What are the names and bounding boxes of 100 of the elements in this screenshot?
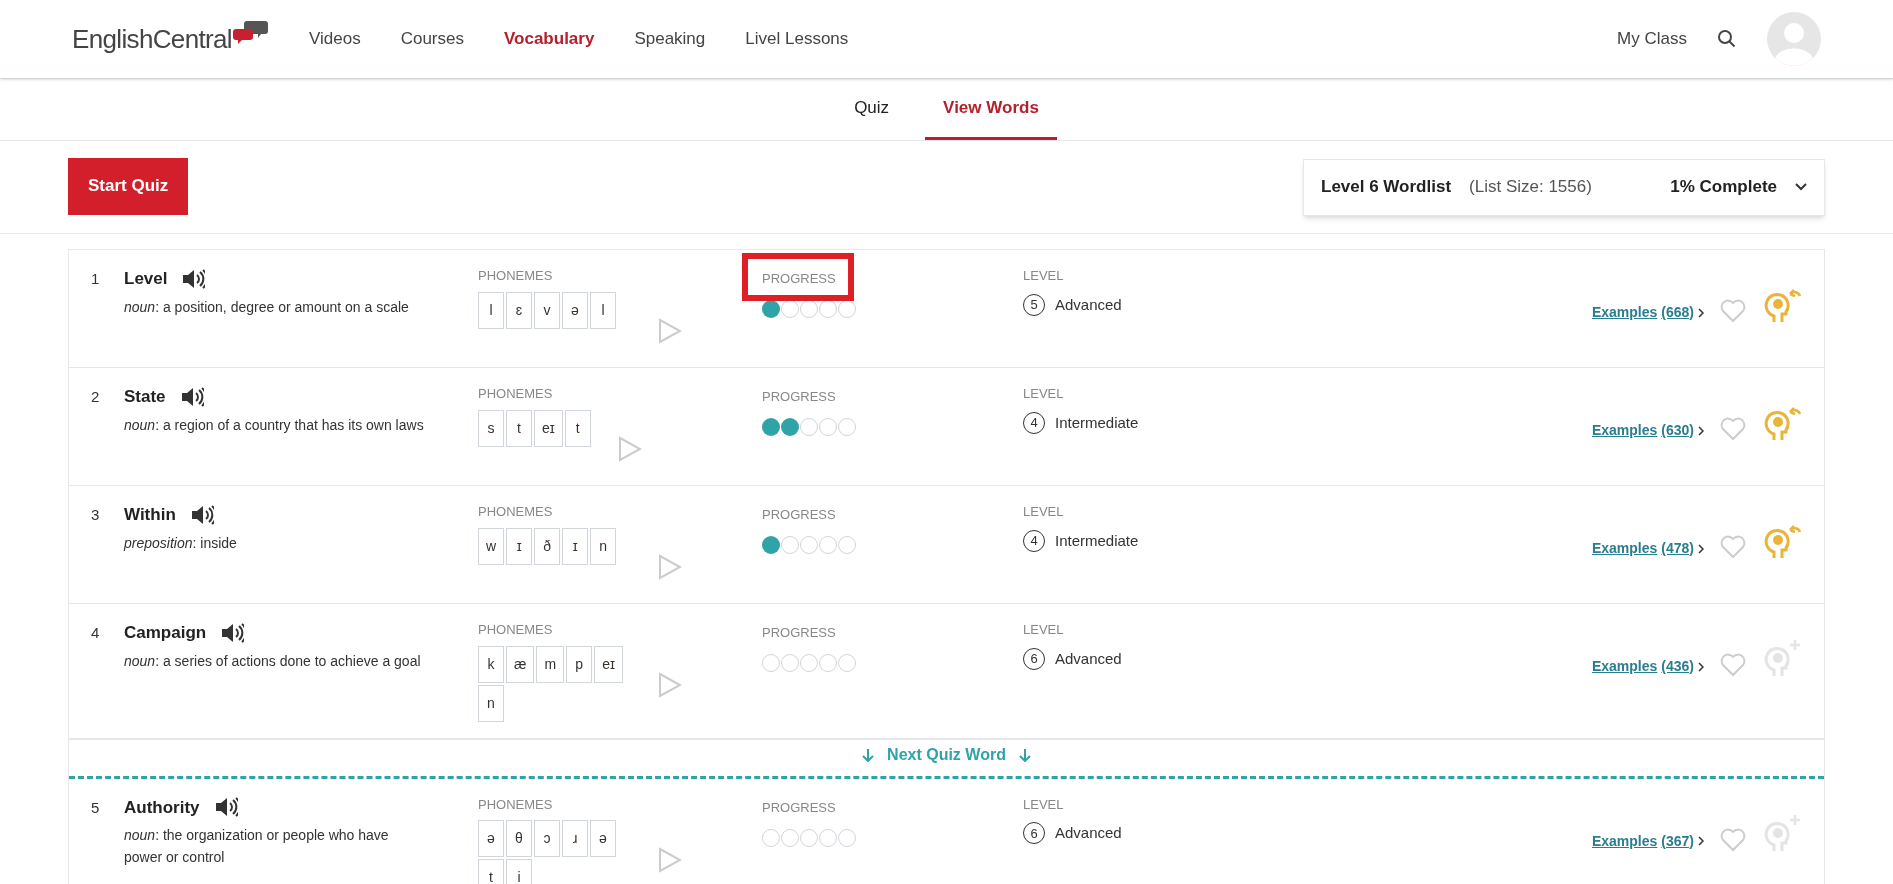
phoneme-tile[interactable]: æ (506, 645, 535, 683)
phoneme-tile[interactable]: ɹ (562, 820, 588, 857)
chevron-right-icon (1698, 543, 1704, 554)
chevron-right-icon (1698, 307, 1704, 318)
head-plus-icon[interactable] (1764, 638, 1802, 678)
search-icon[interactable] (1717, 29, 1737, 49)
word-definition: noun: a series of actions done to achieve a goal (124, 651, 422, 671)
level-name: Advanced (1055, 648, 1122, 669)
examples-link[interactable]: Examples (436) (1591, 656, 1704, 677)
speaker-icon[interactable] (179, 384, 204, 409)
phoneme-tile[interactable]: ə (590, 820, 616, 857)
phoneme-tile[interactable]: p (566, 645, 593, 683)
speaker-icon[interactable] (189, 502, 214, 527)
phoneme-tile[interactable]: θ (506, 820, 532, 857)
phoneme-tile[interactable]: t (506, 409, 532, 447)
phoneme-tile[interactable]: ə (478, 820, 504, 857)
phoneme-tile[interactable]: ɛ (506, 291, 532, 329)
word-definition: noun: the organization or people who have power or control (124, 826, 390, 867)
word-title: Within (124, 504, 176, 526)
tab[interactable]: Quiz (836, 79, 908, 140)
phoneme-tile[interactable]: ə (562, 291, 588, 329)
phoneme-tile[interactable]: ɪ (562, 527, 589, 565)
wordlist-dropdown[interactable]: Level 6 Wordlist (List Size: 1556) 1% Complete (1303, 158, 1825, 216)
phoneme-tile[interactable]: eɪ (594, 645, 623, 683)
play-icon[interactable] (618, 436, 642, 462)
phoneme-tile[interactable]: v (534, 291, 560, 329)
speaker-icon[interactable] (181, 266, 206, 291)
phoneme-tile[interactable]: l (478, 291, 504, 329)
phoneme-tile[interactable]: w (478, 527, 505, 565)
word-definition: noun: a position, degree or amount on a scale (124, 297, 410, 317)
nav-link[interactable]: Courses (400, 26, 464, 52)
heart-icon[interactable] (1720, 653, 1746, 677)
nav-link[interactable]: Livel Lessons (745, 26, 849, 52)
phoneme-tile[interactable]: ɪ (506, 527, 533, 565)
phoneme-tile[interactable]: s (478, 409, 504, 447)
avatar-icon[interactable] (1767, 12, 1821, 66)
chevron-right-icon (1698, 425, 1704, 436)
completion-text: 1% Complete (1670, 176, 1777, 199)
nav-link[interactable]: Speaking (634, 26, 706, 52)
word-title: Level (124, 268, 168, 290)
nav-link[interactable]: Vocabulary (504, 26, 595, 52)
word-definition: preposition: inside (124, 533, 238, 553)
phoneme-tile[interactable]: ð (534, 527, 561, 565)
examples-link[interactable]: Examples (367) (1591, 830, 1704, 852)
column-label: PHONEMES (478, 503, 554, 521)
speaker-icon[interactable] (213, 795, 238, 820)
column-label: LEVEL (1023, 621, 1065, 639)
column-label: PHONEMES (478, 795, 554, 814)
level-name: Advanced (1055, 823, 1122, 843)
column-label: PHONEMES (478, 385, 554, 403)
down-arrow-icon (1017, 747, 1032, 762)
column-label: PHONEMES (478, 621, 554, 639)
phoneme-tile[interactable]: n (590, 527, 617, 565)
speaker-icon[interactable] (220, 620, 245, 645)
wordlist-title: Level 6 Wordlist (1321, 176, 1452, 199)
word-title: Authority (124, 796, 200, 819)
nav-link[interactable]: Videos (309, 26, 361, 52)
heart-icon[interactable] (1720, 299, 1746, 323)
column-label: LEVEL (1023, 267, 1065, 285)
word-definition: noun: a region of a country that has its own laws (124, 415, 424, 435)
phoneme-tile[interactable]: n (478, 684, 504, 722)
column-label: PHONEMES (478, 267, 554, 285)
play-icon[interactable] (658, 846, 682, 873)
column-label: LEVEL (1023, 385, 1065, 403)
heart-icon[interactable] (1720, 535, 1746, 559)
column-label: LEVEL (1023, 795, 1065, 814)
examples-link[interactable]: Examples (668) (1591, 302, 1704, 323)
phoneme-tile[interactable]: eɪ (534, 409, 563, 447)
chevron-down-icon (1795, 183, 1807, 191)
column-label: LEVEL (1023, 503, 1065, 521)
heart-icon[interactable] (1720, 827, 1746, 852)
row-number: 2 (90, 387, 101, 407)
column-label: PROGRESS (762, 388, 836, 406)
my-class-link[interactable]: My Class (1617, 26, 1687, 52)
tab[interactable]: View Words (925, 79, 1057, 140)
phoneme-tile[interactable]: t (478, 859, 504, 884)
column-label: PROGRESS (762, 798, 836, 817)
play-icon[interactable] (658, 318, 682, 344)
examples-link[interactable]: Examples (478) (1591, 538, 1704, 559)
phoneme-tile[interactable]: ɔ (534, 820, 560, 857)
phoneme-tile[interactable]: k (478, 645, 504, 683)
heart-icon[interactable] (1720, 417, 1746, 441)
column-label: PROGRESS (762, 624, 836, 642)
phoneme-tile[interactable]: l (590, 291, 616, 329)
start-quiz-button[interactable]: Start Quiz (68, 157, 189, 215)
list-size: (List Size: 1556) (1469, 176, 1592, 199)
examples-link[interactable]: Examples (630) (1591, 420, 1704, 441)
level-name: Intermediate (1055, 412, 1139, 433)
down-arrow-icon (861, 747, 876, 762)
word-title: Campaign (124, 622, 207, 644)
head-plus-icon[interactable] (1764, 812, 1802, 853)
phoneme-tile[interactable]: m (536, 645, 565, 683)
play-icon[interactable] (658, 672, 682, 698)
column-label: PROGRESS (762, 506, 836, 524)
play-icon[interactable] (658, 554, 682, 580)
word-title: State (124, 386, 166, 408)
level-name: Advanced (1055, 294, 1122, 315)
logo-text[interactable]: EnglishCentral (72, 19, 232, 59)
phoneme-tile[interactable]: i (506, 859, 532, 884)
phoneme-tile[interactable]: t (564, 409, 591, 447)
